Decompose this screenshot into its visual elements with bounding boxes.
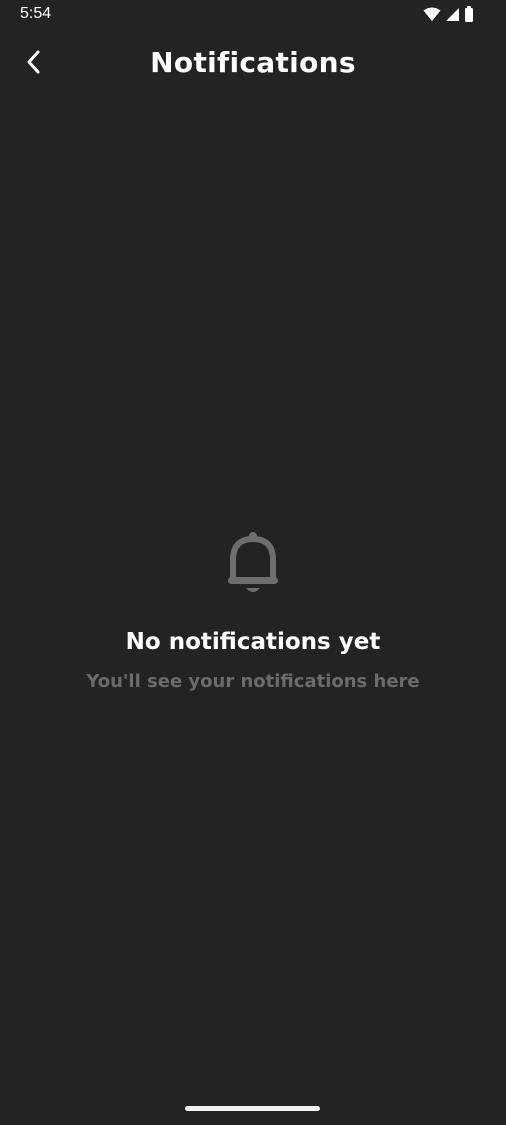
cellular-signal-icon (445, 7, 460, 22)
battery-icon (464, 6, 474, 22)
status-bar: 5:54 (0, 0, 506, 30)
home-indicator[interactable] (185, 1106, 320, 1111)
page-title: Notifications (150, 46, 356, 79)
notifications-screen: 5:54 Notifications No notifications yet … (0, 0, 506, 1125)
empty-state-subtitle: You'll see your notifications here (86, 671, 420, 692)
status-time: 5:54 (20, 5, 52, 22)
status-icons (423, 6, 474, 22)
empty-state-title: No notifications yet (125, 629, 381, 655)
wifi-icon (423, 7, 441, 22)
app-bar: Notifications (0, 36, 506, 92)
empty-state: No notifications yet You'll see your not… (0, 530, 506, 692)
bell-icon (227, 530, 279, 603)
